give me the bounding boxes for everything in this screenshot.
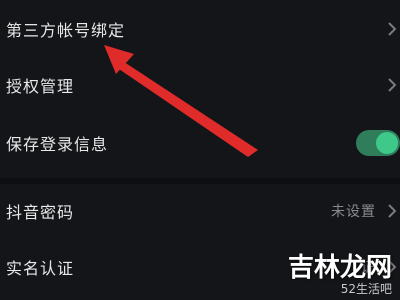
watermark-main: 吉林龙网 — [287, 253, 392, 283]
chevron-right-icon — [388, 204, 397, 218]
toggle-knob — [376, 132, 398, 154]
settings-item-label: 保存登录信息 — [6, 135, 109, 154]
chevron-right-icon — [388, 22, 397, 36]
settings-item-label: 抖音密码 — [6, 203, 75, 222]
save-login-toggle[interactable] — [356, 130, 400, 156]
settings-item-third-party-binding[interactable]: 第三方帐号绑定 — [0, 0, 400, 58]
settings-item-authorization[interactable]: 授权管理 — [0, 56, 400, 114]
watermark-sub: 52生活吧 — [340, 282, 392, 296]
settings-item-label: 授权管理 — [6, 77, 75, 96]
watermark: 吉林龙网 52生活吧 — [288, 254, 392, 296]
settings-item-save-login: 保存登录信息 — [0, 114, 400, 172]
settings-item-password[interactable]: 抖音密码 未设置 — [0, 182, 400, 240]
settings-item-label: 实名认证 — [6, 259, 75, 278]
chevron-right-icon — [388, 78, 397, 92]
settings-item-label: 第三方帐号绑定 — [6, 21, 126, 40]
settings-item-value: 未设置 — [331, 204, 376, 220]
